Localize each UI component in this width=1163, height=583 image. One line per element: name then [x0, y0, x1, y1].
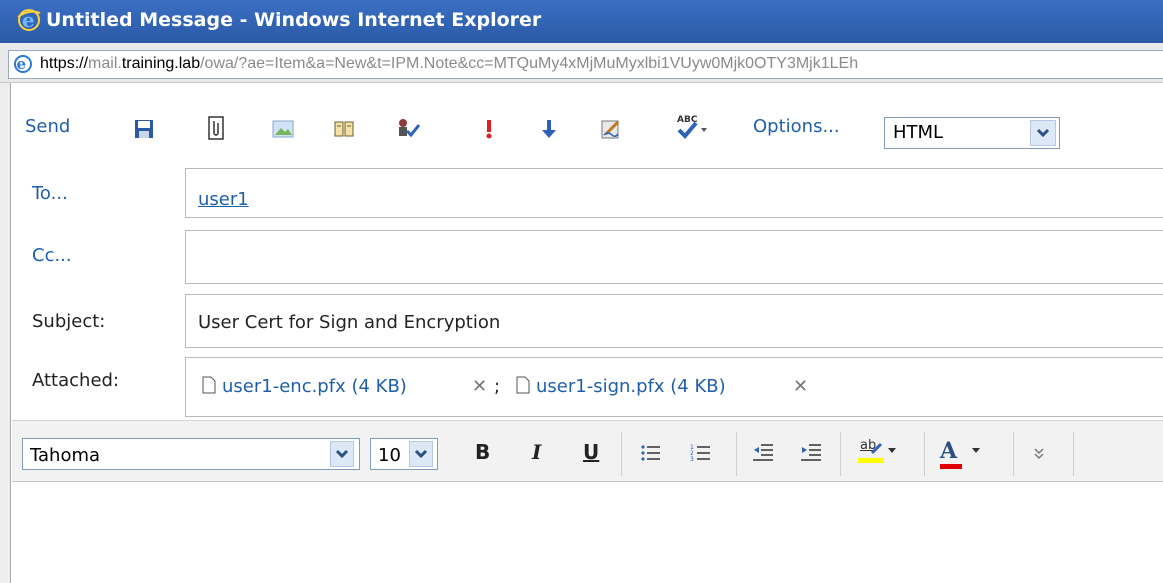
toolbar-separator: [840, 432, 841, 476]
address-field[interactable]: e https://mail.training.lab/owa/?ae=Item…: [8, 50, 1163, 79]
attach-icon[interactable]: [205, 116, 227, 142]
high-importance-icon[interactable]: [478, 118, 500, 140]
toolbar-separator: [1073, 432, 1074, 476]
insert-image-icon[interactable]: [272, 118, 294, 140]
window-title: Untitled Message - Windows Internet Expl…: [46, 9, 542, 31]
size-select-value: 10: [378, 445, 401, 466]
chevron-down-icon: [335, 449, 349, 459]
toolbar-separator: [1013, 432, 1014, 476]
options-button[interactable]: Options...: [753, 116, 840, 137]
attachments-field: user1-enc.pfx (4 KB) ✕ ; user1-sign.pfx …: [185, 357, 1163, 417]
increase-indent-icon[interactable]: [800, 442, 822, 464]
highlight-button[interactable]: ab: [856, 438, 900, 472]
toolbar-separator: [924, 432, 925, 476]
chevron-down-icon: [888, 448, 896, 453]
file-icon: [516, 376, 530, 394]
double-chevron-down-icon[interactable]: [1033, 447, 1045, 461]
decrease-indent-icon[interactable]: [752, 442, 774, 464]
numbered-list-icon[interactable]: 1 2 3: [690, 442, 712, 464]
highlight-color-swatch: [858, 458, 884, 463]
remove-attachment-icon[interactable]: ✕: [472, 376, 487, 397]
size-dropdown-button[interactable]: [409, 441, 433, 467]
font-dropdown-button[interactable]: [330, 441, 354, 467]
remove-attachment-icon[interactable]: ✕: [793, 376, 808, 397]
message-body-editor[interactable]: [12, 482, 1163, 583]
recipient-link[interactable]: user1: [198, 189, 249, 210]
internet-explorer-icon: e: [17, 8, 41, 32]
chevron-down-icon: [1036, 128, 1050, 138]
address-url: https://mail.training.lab/owa/?ae=Item&a…: [40, 55, 859, 72]
chevron-down-icon: [972, 448, 980, 453]
font-color-letter: A: [940, 438, 958, 464]
to-field[interactable]: user1: [185, 168, 1163, 218]
bulleted-list-icon[interactable]: [640, 442, 662, 464]
low-importance-icon[interactable]: [538, 118, 560, 140]
cc-button[interactable]: Cc...: [32, 245, 72, 266]
cc-field[interactable]: [185, 230, 1163, 284]
attachment-separator: ;: [494, 376, 501, 397]
highlighter-icon: [870, 442, 883, 455]
italic-button[interactable]: I: [532, 440, 541, 464]
address-book-icon[interactable]: [333, 118, 355, 140]
save-icon[interactable]: [133, 118, 155, 140]
to-button[interactable]: To...: [32, 183, 68, 204]
page-icon: e: [14, 55, 32, 73]
font-select-value: Tahoma: [30, 445, 101, 466]
format-dropdown-button[interactable]: [1030, 120, 1056, 146]
attachment-link[interactable]: user1-enc.pfx (4 KB): [222, 376, 407, 397]
bold-button[interactable]: B: [475, 440, 490, 464]
frame-border: [0, 83, 11, 583]
svg-text:e: e: [17, 55, 27, 73]
font-color-swatch: [940, 464, 962, 469]
address-bar: e https://mail.training.lab/owa/?ae=Item…: [0, 43, 1163, 83]
attachment-link[interactable]: user1-sign.pfx (4 KB): [536, 376, 726, 397]
file-icon: [202, 376, 216, 394]
font-color-button[interactable]: A: [938, 438, 998, 472]
format-select-value: HTML: [893, 122, 944, 143]
spelling-icon[interactable]: ABC: [674, 112, 708, 142]
svg-text:3: 3: [690, 456, 694, 463]
subject-label: Subject:: [32, 311, 106, 332]
check-names-icon[interactable]: [395, 117, 421, 139]
send-button[interactable]: Send: [25, 116, 70, 137]
signature-icon[interactable]: [600, 118, 622, 140]
toolbar-separator: [621, 432, 622, 476]
underline-button[interactable]: U: [583, 440, 599, 464]
attached-label: Attached:: [32, 370, 120, 391]
subject-value: User Cert for Sign and Encryption: [198, 312, 501, 333]
title-bar: e Untitled Message - Windows Internet Ex…: [0, 0, 1163, 43]
subject-field[interactable]: User Cert for Sign and Encryption: [185, 294, 1163, 348]
toolbar-separator: [736, 432, 737, 476]
chevron-down-icon: [414, 449, 428, 459]
